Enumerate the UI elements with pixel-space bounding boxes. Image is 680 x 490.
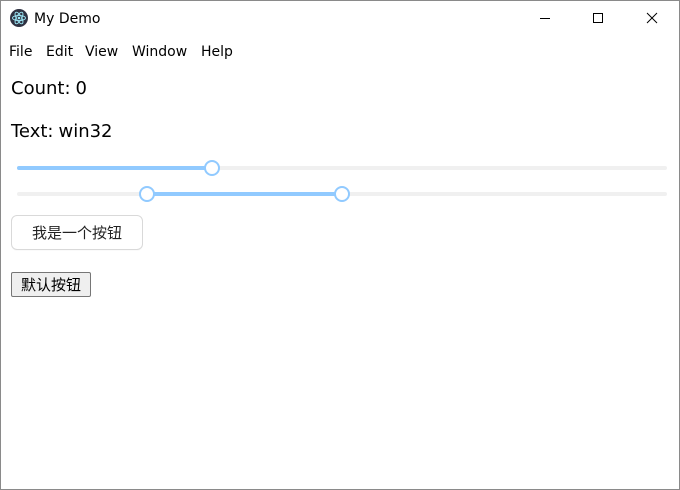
range-slider[interactable] [17,184,667,204]
count-display: Count: 0 [11,78,87,100]
app-window: My Demo File Edit View Window Help Count… [0,0,680,490]
range-slider-track [147,192,342,196]
range-slider-high-handle[interactable] [334,186,350,202]
count-label: Count: [11,78,71,99]
minimize-button[interactable] [522,1,568,36]
menu-edit[interactable]: Edit [46,43,73,61]
count-value: 0 [75,78,87,99]
maximize-icon [592,9,604,28]
menu-view[interactable]: View [85,43,118,61]
minimize-icon [539,9,551,28]
text-display: Text: win32 [11,121,113,143]
menu-file[interactable]: File [9,43,32,61]
text-value: win32 [58,121,113,142]
menu-window[interactable]: Window [132,43,187,61]
primary-button[interactable]: 我是一个按钮 [11,215,143,250]
menu-help[interactable]: Help [201,43,233,61]
menu-bar: File Edit View Window Help [1,39,679,65]
range-slider-low-handle[interactable] [139,186,155,202]
text-label: Text: [11,121,54,142]
maximize-button[interactable] [575,1,621,36]
slider-handle[interactable] [204,160,220,176]
close-button[interactable] [629,1,675,36]
default-button[interactable]: 默认按钮 [11,272,91,297]
slider-track [17,166,212,170]
window-title: My Demo [34,11,101,27]
close-icon [646,9,658,28]
electron-atom-icon [10,9,28,27]
title-bar[interactable]: My Demo [1,1,679,36]
single-slider[interactable] [17,158,667,178]
